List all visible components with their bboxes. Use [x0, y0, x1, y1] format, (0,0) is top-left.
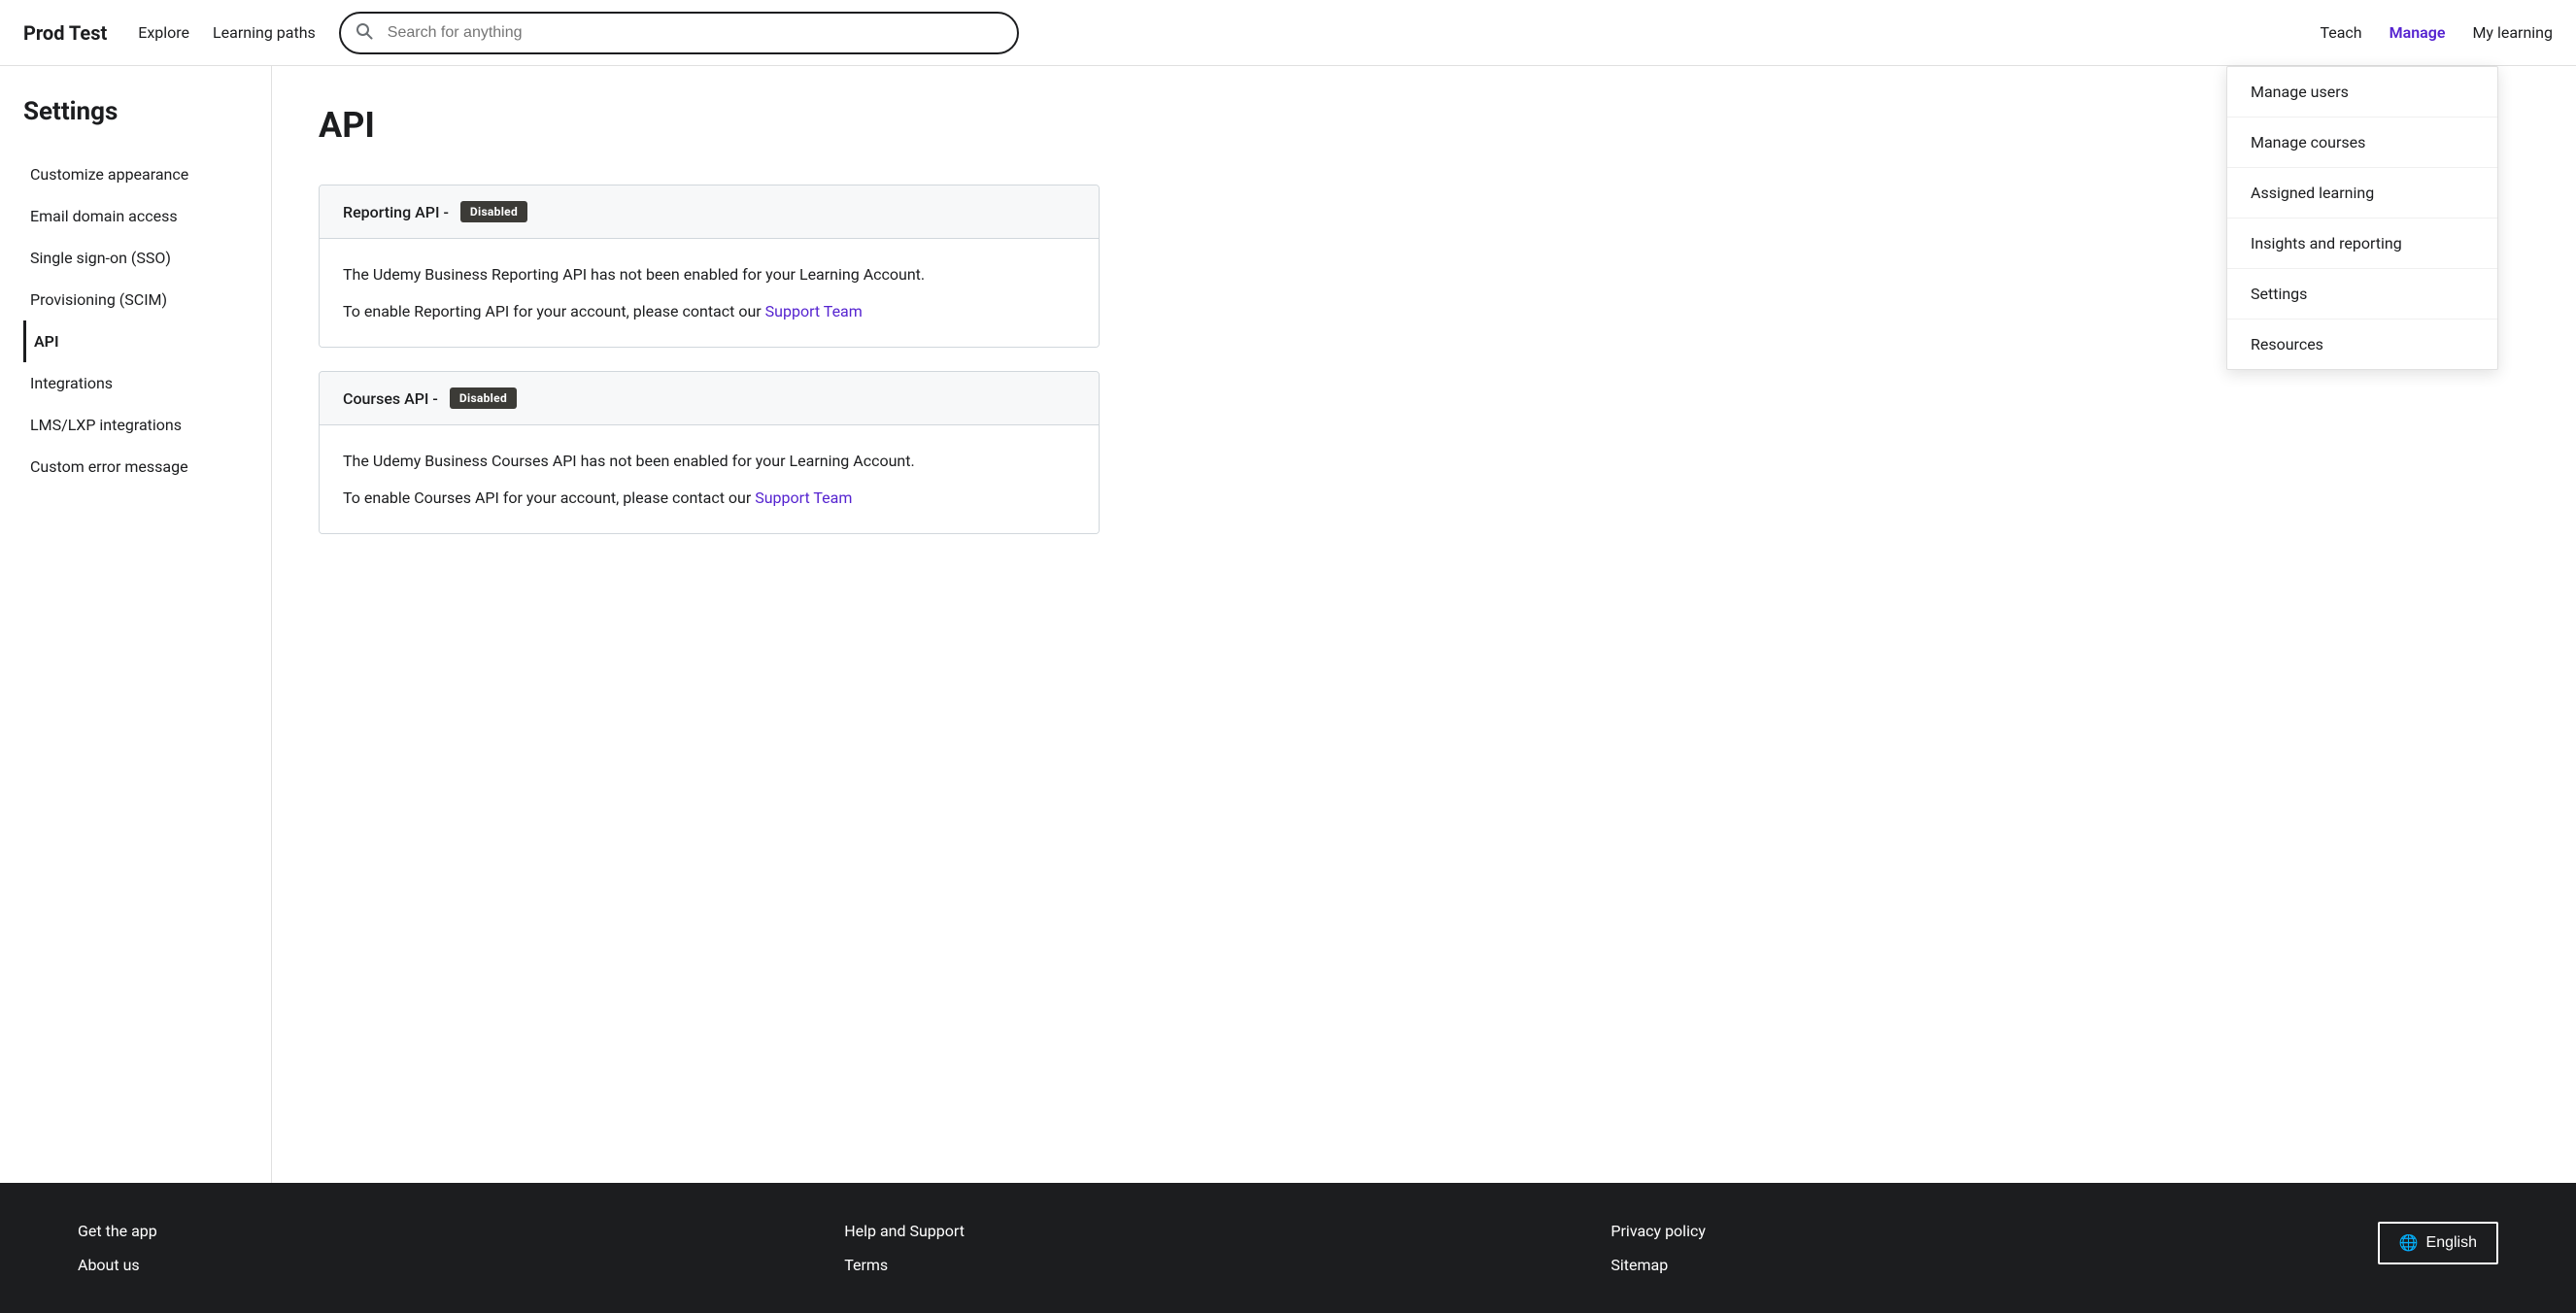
reporting-api-text1: The Udemy Business Reporting API has not… [343, 262, 1075, 287]
page-title: API [319, 105, 1100, 146]
main-nav: Explore Learning paths [138, 23, 316, 42]
language-label: English [2426, 1234, 2477, 1252]
dropdown-assigned-learning[interactable]: Assigned learning [2227, 168, 2497, 219]
nav-teach[interactable]: Teach [2320, 23, 2361, 42]
courses-api-body: The Udemy Business Courses API has not b… [320, 425, 1099, 533]
dropdown-manage-users[interactable]: Manage users [2227, 67, 2497, 118]
footer-col-3: Privacy policy Sitemap [1610, 1222, 2377, 1274]
footer-terms[interactable]: Terms [844, 1256, 1610, 1274]
sidebar-title: Settings [23, 97, 248, 126]
search-wrapper [339, 12, 1019, 54]
dropdown-settings[interactable]: Settings [2227, 269, 2497, 320]
footer-get-app[interactable]: Get the app [78, 1222, 844, 1240]
main-layout: Settings Customize appearance Email doma… [0, 66, 2576, 1183]
nav-manage[interactable]: Manage [2390, 23, 2446, 42]
sidebar-item-customize-appearance[interactable]: Customize appearance [23, 153, 248, 195]
sidebar-item-integrations[interactable]: Integrations [23, 362, 248, 404]
sidebar-item-custom-error[interactable]: Custom error message [23, 446, 248, 488]
globe-icon: 🌐 [2399, 1233, 2419, 1253]
courses-api-text2: To enable Courses API for your account, … [343, 486, 1075, 511]
footer-col-1: Get the app About us [78, 1222, 844, 1274]
footer: Get the app About us Help and Support Te… [0, 1183, 2576, 1313]
footer-privacy-policy[interactable]: Privacy policy [1610, 1222, 2377, 1240]
courses-api-title: Courses API - [343, 389, 438, 408]
courses-api-support-link[interactable]: Support Team [755, 488, 852, 507]
sidebar-item-scim[interactable]: Provisioning (SCIM) [23, 279, 248, 320]
sidebar-item-sso[interactable]: Single sign-on (SSO) [23, 237, 248, 279]
logo[interactable]: Prod Test [23, 21, 107, 45]
reporting-api-badge: Disabled [460, 201, 527, 222]
dropdown-manage-courses[interactable]: Manage courses [2227, 118, 2497, 168]
reporting-api-card: Reporting API - Disabled The Udemy Busin… [319, 185, 1100, 348]
footer-help-support[interactable]: Help and Support [844, 1222, 1610, 1240]
reporting-api-header: Reporting API - Disabled [320, 185, 1099, 239]
reporting-api-body: The Udemy Business Reporting API has not… [320, 239, 1099, 347]
footer-about-us[interactable]: About us [78, 1256, 844, 1274]
search-icon [355, 21, 374, 45]
content-area: API Reporting API - Disabled The Udemy B… [272, 66, 1146, 1183]
footer-col-2: Help and Support Terms [844, 1222, 1610, 1274]
language-button[interactable]: 🌐 English [2378, 1222, 2498, 1264]
nav-learning-paths[interactable]: Learning paths [213, 23, 316, 42]
nav-my-learning[interactable]: My learning [2472, 23, 2553, 42]
reporting-api-title: Reporting API - [343, 203, 449, 221]
sidebar-item-email-domain[interactable]: Email domain access [23, 195, 248, 237]
courses-api-badge: Disabled [450, 387, 517, 409]
courses-api-card: Courses API - Disabled The Udemy Busines… [319, 371, 1100, 534]
manage-dropdown: Manage users Manage courses Assigned lea… [2226, 66, 2498, 370]
search-input[interactable] [339, 12, 1019, 54]
header-right-nav: Teach Manage My learning [2296, 23, 2553, 42]
nav-explore[interactable]: Explore [138, 23, 189, 42]
dropdown-insights-reporting[interactable]: Insights and reporting [2227, 219, 2497, 269]
reporting-api-text2: To enable Reporting API for your account… [343, 299, 1075, 324]
sidebar-item-api[interactable]: API [23, 320, 248, 362]
sidebar: Settings Customize appearance Email doma… [0, 66, 272, 1183]
reporting-api-support-link[interactable]: Support Team [765, 302, 863, 320]
sidebar-item-lms-lxp[interactable]: LMS/LXP integrations [23, 404, 248, 446]
dropdown-resources[interactable]: Resources [2227, 320, 2497, 369]
courses-api-text1: The Udemy Business Courses API has not b… [343, 449, 1075, 474]
footer-right: 🌐 English [2378, 1222, 2498, 1264]
courses-api-header: Courses API - Disabled [320, 372, 1099, 425]
footer-sitemap[interactable]: Sitemap [1610, 1256, 2377, 1274]
header: Prod Test Explore Learning paths Teach M… [0, 0, 2576, 66]
